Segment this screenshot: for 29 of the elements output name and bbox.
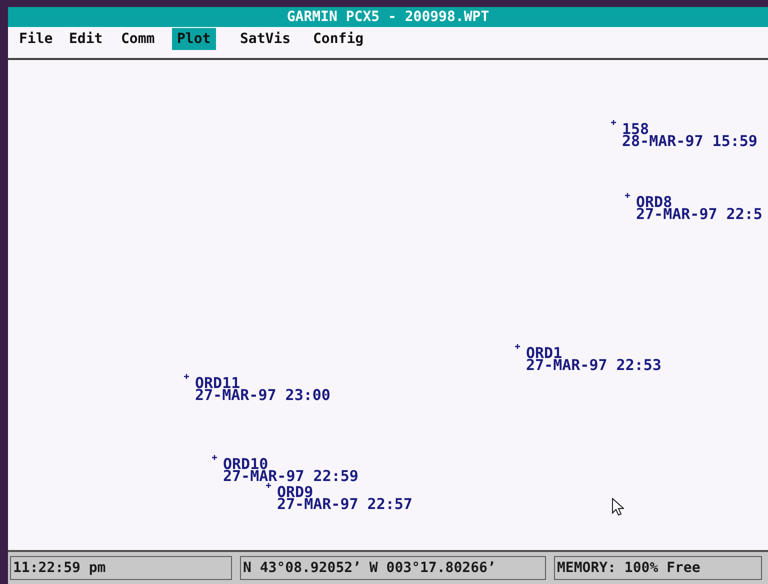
mouse-pointer-icon: [612, 498, 624, 516]
waypoint-name: ORD10: [223, 458, 268, 471]
waypoint-date: 27-MAR-97 22:53: [526, 359, 662, 372]
menu-item[interactable]: Comm: [116, 28, 160, 50]
window-title: GARMIN PCX5 - 200998.WPT: [286, 10, 490, 24]
waypoint-marker-icon: [625, 193, 630, 198]
menu-item[interactable]: SatVis: [235, 28, 296, 50]
waypoint-date: 27-MAR-97 22:5: [636, 208, 762, 221]
waypoint-date: 27-MAR-97 22:59: [223, 470, 358, 483]
waypoint-marker-icon: [611, 120, 616, 125]
menu-item[interactable]: Config: [308, 28, 369, 50]
waypoint-marker-icon: [515, 344, 520, 349]
time-panel: 11:22:59 pm: [10, 556, 232, 580]
waypoint-marker-icon: [184, 374, 189, 379]
menu-item[interactable]: Plot: [172, 28, 216, 50]
position-panel: N 43°08.92052’ W 003°17.80266’: [240, 556, 546, 580]
waypoint-date: 27-MAR-97 22:57: [277, 498, 412, 511]
waypoint-date: 28-MAR-97 15:59: [622, 135, 758, 148]
waypoint-name: ORD1: [526, 347, 562, 360]
waypoint-name: 158: [622, 123, 650, 136]
waypoint-marker-icon: [266, 483, 271, 488]
waypoint-name: ORD11: [195, 377, 240, 390]
waypoint-name: ORD9: [277, 486, 314, 499]
menu-item[interactable]: Edit: [64, 28, 108, 50]
waypoint-marker-icon: [212, 455, 217, 460]
menu-item[interactable]: File: [14, 28, 58, 50]
waypoint-name: ORD8: [636, 196, 672, 209]
waypoint-date: 27-MAR-97 23:00: [195, 389, 330, 402]
memory-panel: MEMORY: 100% Free: [554, 556, 762, 580]
